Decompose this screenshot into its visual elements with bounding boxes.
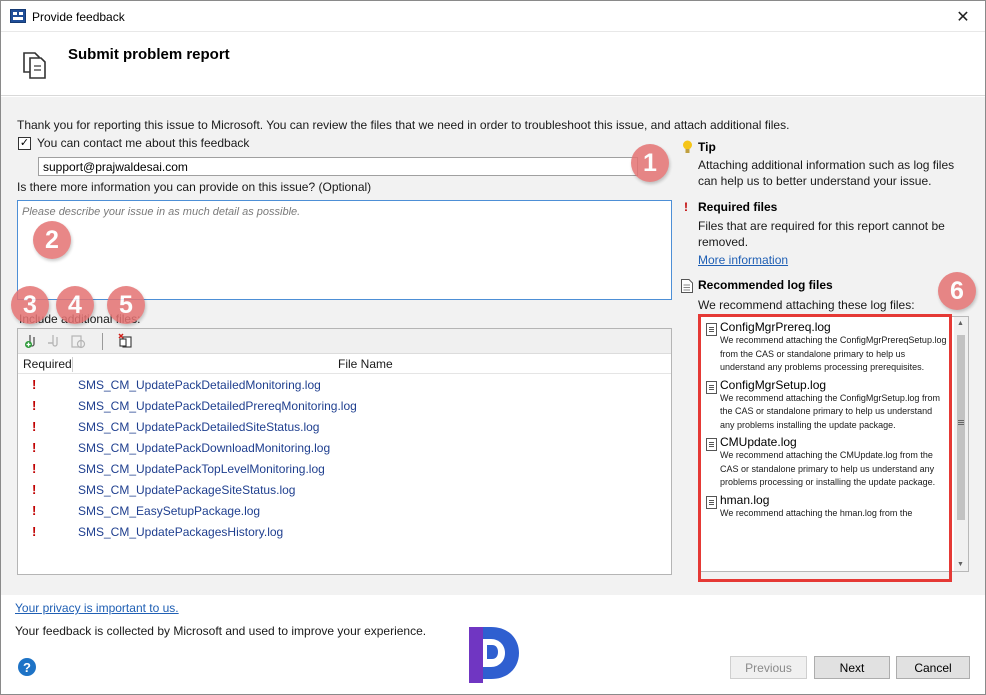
log-list: ConfigMgrPrereq.log We recommend attachin… xyxy=(700,317,955,520)
log-file-icon xyxy=(706,380,717,394)
tip-heading: Tip xyxy=(698,140,716,154)
previous-button[interactable]: Previous xyxy=(730,656,807,679)
required-mark-icon: ! xyxy=(32,482,37,497)
remove-file-icon[interactable] xyxy=(46,333,62,349)
log-title: ConfigMgrSetup.log xyxy=(720,377,827,392)
email-field[interactable] xyxy=(38,157,638,176)
log-description: We recommend attaching the CMUpdate.log … xyxy=(720,450,936,487)
required-mark-icon: ! xyxy=(32,524,37,539)
table-row[interactable]: ! SMS_CM_UpdatePackTopLevelMonitoring.log xyxy=(18,459,671,480)
recommended-heading: Recommended log files xyxy=(698,278,833,292)
close-button[interactable]: ✕ xyxy=(941,1,985,32)
contact-checkbox[interactable]: ✓ xyxy=(18,136,31,150)
help-icon[interactable]: ? xyxy=(18,658,36,676)
table-row[interactable]: ! SMS_CM_UpdatePackDownloadMonitoring.log xyxy=(18,438,671,459)
exclamation-icon: ! xyxy=(684,200,688,214)
scroll-up-icon[interactable]: ▲ xyxy=(957,320,964,327)
log-scrollbar[interactable]: ▲ ▼ xyxy=(954,317,968,571)
files-table-header: Required File Name xyxy=(18,355,671,374)
file-name[interactable]: SMS_CM_UpdatePackagesHistory.log xyxy=(78,525,283,539)
table-row[interactable]: ! SMS_CM_UpdatePackagesHistory.log xyxy=(18,522,671,543)
files-toolbar xyxy=(18,329,671,354)
log-list-item[interactable]: hman.log We recommend attaching the hman.… xyxy=(700,493,955,521)
next-button[interactable]: Next xyxy=(814,656,890,679)
tip-text: Attaching additional information such as… xyxy=(698,158,955,188)
window-title: Provide feedback xyxy=(32,10,125,24)
intro-text: Thank you for reporting this issue to Mi… xyxy=(17,118,790,132)
copy-documents-icon xyxy=(23,52,46,79)
table-row[interactable]: ! SMS_CM_UpdatePackDetailedMonitoring.log xyxy=(18,375,671,396)
required-files-heading: Required files xyxy=(698,200,778,214)
contact-checkbox-row[interactable]: ✓ You can contact me about this feedback xyxy=(18,136,249,150)
log-file-icon xyxy=(706,323,717,336)
description-placeholder: Please describe your issue in as much de… xyxy=(22,206,301,218)
log-description: We recommend attaching the ConfigMgrSetu… xyxy=(720,392,940,430)
log-description: We recommend attaching the hman.log from… xyxy=(720,507,913,518)
callout-2: 2 xyxy=(33,221,71,259)
privacy-link[interactable]: Your privacy is important to us. xyxy=(15,601,179,615)
scroll-thumb[interactable] xyxy=(957,335,965,520)
log-title: hman.log xyxy=(720,492,770,507)
toolbar-separator xyxy=(102,333,103,350)
page-title: Submit problem report xyxy=(68,46,230,63)
file-name[interactable]: SMS_CM_UpdatePackDownloadMonitoring.log xyxy=(78,441,330,455)
log-file-icon xyxy=(706,438,717,451)
file-name[interactable]: SMS_CM_EasySetupPackage.log xyxy=(78,504,260,518)
log-title: CMUpdate.log xyxy=(720,435,797,449)
callout-1: 1 xyxy=(631,144,669,182)
more-information-link[interactable]: More information xyxy=(698,253,788,267)
log-file-icon xyxy=(681,279,693,293)
log-description: We recommend attaching the ConfigMgrPrer… xyxy=(720,335,947,372)
files-panel: Required File Name ! SMS_CM_UpdatePackDet… xyxy=(17,328,672,575)
required-mark-icon: ! xyxy=(32,377,37,392)
cancel-button[interactable]: Cancel xyxy=(896,656,970,679)
log-file-icon xyxy=(706,495,717,509)
title-bar: Provide feedback ✕ xyxy=(1,1,985,32)
callout-4: 4 xyxy=(56,286,94,324)
close-icon: ✕ xyxy=(956,8,970,26)
log-list-item[interactable]: ConfigMgrPrereq.log We recommend attachin… xyxy=(700,320,955,375)
feedback-window: Provide feedback ✕ Submit problem report… xyxy=(0,0,986,695)
file-name[interactable]: SMS_CM_UpdatePackDetailedPrereqMonitorin… xyxy=(78,399,357,413)
callout-3: 3 xyxy=(11,286,49,324)
file-name[interactable]: SMS_CM_UpdatePackTopLevelMonitoring.log xyxy=(78,462,325,476)
lightbulb-icon xyxy=(683,140,692,153)
table-row[interactable]: ! SMS_CM_UpdatePackDetailedSiteStatus.log xyxy=(18,417,671,438)
dialog-header: Submit problem report xyxy=(1,32,985,96)
table-row[interactable]: ! SMS_CM_EasySetupPackage.log xyxy=(18,501,671,522)
recommended-intro: We recommend attaching these log files: xyxy=(698,298,915,312)
scroll-grip-icon xyxy=(958,420,964,421)
log-list-item[interactable]: CMUpdate.log We recommend attaching the C… xyxy=(700,435,955,490)
table-row[interactable]: ! SMS_CM_UpdatePackageSiteStatus.log xyxy=(18,480,671,501)
file-name[interactable]: SMS_CM_UpdatePackageSiteStatus.log xyxy=(78,483,295,497)
app-icon xyxy=(10,9,26,23)
description-textarea[interactable]: Please describe your issue in as much de… xyxy=(17,200,672,300)
callout-6: 6 xyxy=(938,272,976,310)
required-mark-icon: ! xyxy=(32,461,37,476)
log-title: ConfigMgrPrereq.log xyxy=(720,320,831,334)
column-header-file-name[interactable]: File Name xyxy=(338,357,393,371)
log-list-item[interactable]: ConfigMgrSetup.log We recommend attaching… xyxy=(700,378,955,433)
required-mark-icon: ! xyxy=(32,503,37,518)
files-table-body: ! SMS_CM_UpdatePackDetailedMonitoring.log… xyxy=(18,375,671,543)
scroll-down-icon[interactable]: ▼ xyxy=(957,561,964,568)
file-name[interactable]: SMS_CM_UpdatePackDetailedMonitoring.log xyxy=(78,378,321,392)
required-mark-icon: ! xyxy=(32,398,37,413)
open-file-icon[interactable] xyxy=(70,333,86,349)
file-name[interactable]: SMS_CM_UpdatePackDetailedSiteStatus.log xyxy=(78,420,319,434)
callout-5: 5 xyxy=(107,286,145,324)
required-files-text: Files that are required for this report … xyxy=(698,219,945,249)
required-mark-icon: ! xyxy=(32,419,37,434)
more-info-label: Is there more information you can provid… xyxy=(17,180,372,194)
required-mark-icon: ! xyxy=(32,440,37,455)
contact-checkbox-label: You can contact me about this feedback xyxy=(37,136,250,150)
delete-file-icon[interactable] xyxy=(118,333,134,349)
table-row[interactable]: ! SMS_CM_UpdatePackDetailedPrereqMonitori… xyxy=(18,396,671,417)
prajwal-desai-logo xyxy=(469,627,519,683)
add-file-icon[interactable] xyxy=(24,333,40,349)
feedback-collected-text: Your feedback is collected by Microsoft … xyxy=(15,624,427,638)
column-divider[interactable] xyxy=(72,357,73,372)
column-header-required[interactable]: Required xyxy=(23,357,72,371)
recommended-log-list[interactable]: ConfigMgrPrereq.log We recommend attachin… xyxy=(699,316,969,572)
